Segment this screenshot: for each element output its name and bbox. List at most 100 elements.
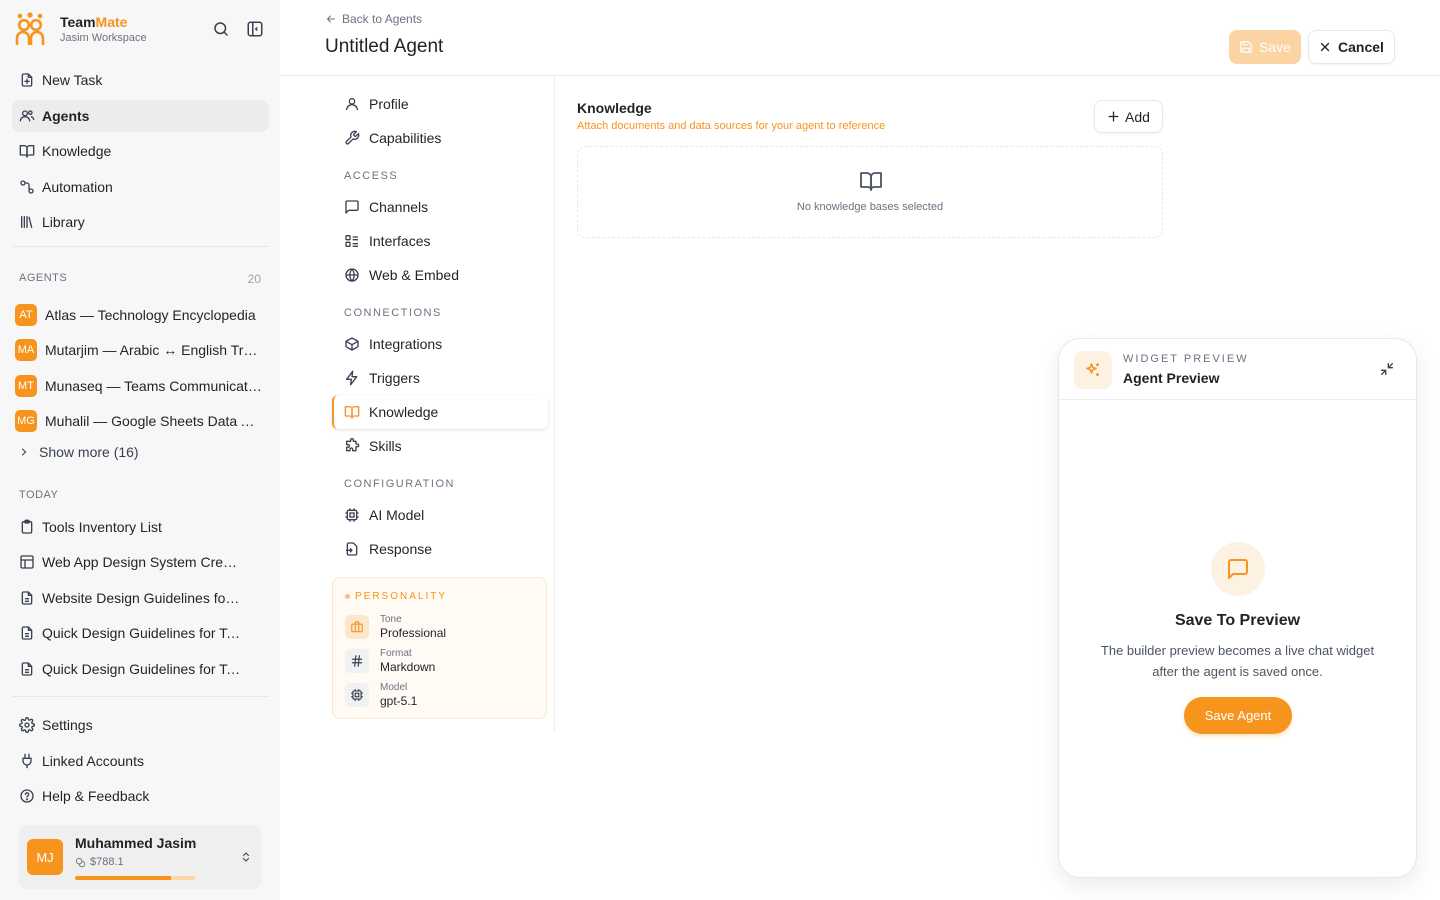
wrench-icon [344,130,360,146]
format-value: Markdown [380,660,436,674]
knowledge-empty-state: No knowledge bases selected [577,146,1163,238]
brand-name: TeamMate [60,14,147,31]
settings-nav-response[interactable]: Response [332,532,548,566]
nav-label: Automation [42,178,113,195]
add-label: Add [1125,108,1150,125]
settings-nav-interfaces[interactable]: Interfaces [332,224,548,258]
agent-settings-nav: Profile Capabilities ACCESS Channels Int… [332,87,548,566]
history-item[interactable]: Tools Inventory List [12,509,269,545]
avatar: MJ [27,839,63,875]
agent-name: Muhalil — Google Sheets Data Analyst [45,413,263,430]
settings-nav-label: Channels [369,199,429,215]
puzzle-icon [344,438,360,454]
agent-list: AT Atlas — Technology Encyclopedia MA Mu… [15,297,267,439]
save-button[interactable]: Save [1229,30,1301,64]
agent-item[interactable]: MG Muhalil — Google Sheets Data Analyst [15,404,267,440]
agent-item[interactable]: AT Atlas — Technology Encyclopedia [15,297,267,333]
settings-nav-label: Interfaces [369,233,431,249]
search-icon[interactable] [212,20,230,38]
history-label: Tools Inventory List [42,518,162,535]
briefcase-icon [345,615,369,639]
nav-linked-accounts[interactable]: Linked Accounts [12,745,269,777]
main-nav: New Task Agents Knowledge Automation Lib… [12,64,269,242]
cpu-icon [345,683,369,707]
close-icon [1319,41,1331,53]
settings-nav-channels[interactable]: Channels [332,190,548,224]
back-label: Back to Agents [342,12,423,26]
settings-nav-triggers[interactable]: Triggers [332,361,548,395]
gear-icon [19,717,35,733]
settings-nav-integrations[interactable]: Integrations [332,327,548,361]
nav-automation[interactable]: Automation [12,171,269,203]
settings-nav-label: Knowledge [369,404,439,420]
nav-new-task[interactable]: New Task [12,64,269,96]
layout-icon [19,554,35,570]
credit-progress-bar [75,876,195,880]
settings-nav-knowledge[interactable]: Knowledge [332,395,548,429]
tone-value: Professional [380,626,447,640]
nav-label: New Task [42,72,103,88]
agent-item[interactable]: MT Munaseq — Teams Communication Assista… [15,368,267,404]
show-more-agents[interactable]: Show more (16) [18,444,139,460]
knowledge-empty-text: No knowledge bases selected [796,201,944,213]
agent-item[interactable]: MA Mutarjim — Arabic ↔ English Translato… [15,333,267,369]
nav-library[interactable]: Library [12,206,269,238]
settings-nav-label: Capabilities [369,130,442,146]
settings-nav-ai-model[interactable]: AI Model [332,498,548,532]
minimize-icon[interactable] [1379,361,1395,377]
history-item[interactable]: Web App Design System Creation [12,545,269,581]
brand-name-team: Team [60,13,96,30]
widget-title: Agent Preview [1123,370,1220,386]
settings-nav-web-embed[interactable]: Web & Embed [332,258,548,292]
show-more-label: Show more (16) [39,444,139,460]
sidebar-divider [12,246,269,247]
nav-settings[interactable]: Settings [12,709,269,741]
nav-agents[interactable]: Agents [12,99,269,132]
history-item[interactable]: Quick Design Guidelines for Tasks [12,651,269,687]
add-knowledge-button[interactable]: Add [1094,100,1163,133]
hash-icon [345,649,369,673]
list-icon [344,233,360,249]
credit-progress-fill [75,876,171,880]
settings-nav-capabilities[interactable]: Capabilities [332,121,548,155]
column-divider [554,76,555,732]
credit-amount: $788.1 [90,856,124,868]
history-label: Web App Design System Creation [42,554,242,571]
agent-name: Munaseq — Teams Communication Assistant [45,377,263,394]
header-divider [280,75,1440,76]
widget-header: WIDGET PREVIEW Agent Preview [1059,339,1416,400]
nav-help-feedback[interactable]: Help & Feedback [12,780,269,812]
nav-label: Library [42,214,85,230]
user-card[interactable]: MJ Muhammed Jasim $788.1 [18,825,262,889]
chevron-up-down-icon [240,850,252,864]
history-item[interactable]: Quick Design Guidelines for Tasks [12,616,269,652]
settings-nav-label: AI Model [369,507,425,523]
document-icon [19,661,35,677]
plus-icon [1107,110,1120,123]
tone-label: Tone [380,614,402,625]
agent-avatar: MG [15,410,37,433]
widget-body-title: Save To Preview [1174,612,1301,629]
settings-nav-profile[interactable]: Profile [332,87,548,121]
settings-nav-label: Triggers [369,370,420,386]
save-agent-button[interactable]: Save Agent [1184,697,1292,734]
personality-tone: Tone Professional [345,614,446,640]
sidebar-toggle-icon[interactable] [246,20,264,38]
cancel-button[interactable]: Cancel [1308,30,1395,64]
history-list: Tools Inventory List Web App Design Syst… [12,509,269,687]
nav-knowledge[interactable]: Knowledge [12,135,269,167]
agents-icon [19,108,35,124]
history-section-label: TODAY [19,489,59,501]
agent-name: Mutarjim — Arabic ↔ English Translator [45,342,263,359]
settings-nav-skills[interactable]: Skills [332,429,548,463]
settings-nav-label: Web & Embed [369,267,460,283]
user-icon [344,96,360,112]
brand[interactable]: TeamMate Jasim Workspace [15,12,147,46]
document-icon [19,625,35,641]
bottom-nav: Settings Linked Accounts Help & Feedback [12,709,269,816]
agents-count: 20 [247,272,261,286]
history-item[interactable]: Website Design Guidelines for Teams [12,580,269,616]
back-to-agents-link[interactable]: Back to Agents [325,12,422,26]
teammate-logo-icon [15,12,45,46]
dot-icon [345,594,350,599]
